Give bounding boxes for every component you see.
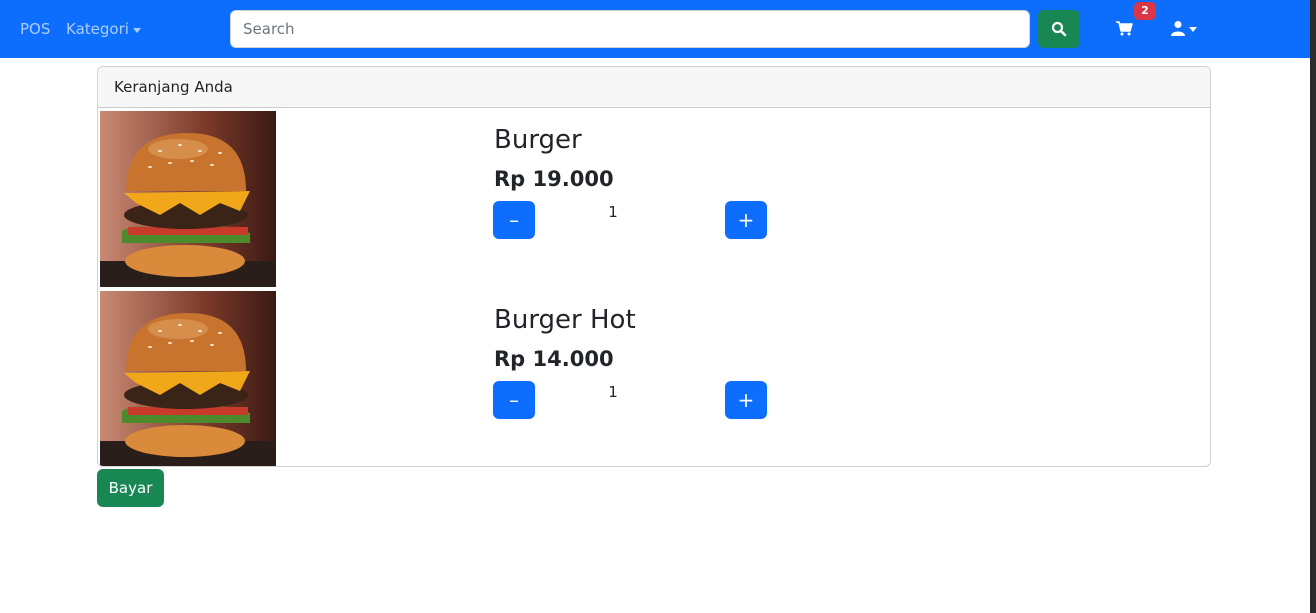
increase-quantity-button[interactable]: +	[725, 201, 767, 239]
search-input[interactable]	[230, 10, 1030, 48]
category-dropdown[interactable]: Kategori	[66, 20, 141, 38]
product-price: Rp 14.000	[494, 347, 614, 371]
window-edge	[1310, 0, 1316, 613]
cart-icon	[1116, 21, 1133, 36]
increase-quantity-button[interactable]: +	[725, 381, 767, 419]
cart-button[interactable]	[1114, 18, 1138, 42]
product-name: Burger	[494, 125, 582, 155]
category-label: Kategori	[66, 20, 129, 38]
chevron-down-icon	[132, 27, 141, 33]
quantity-value: 1	[608, 203, 618, 221]
search-button[interactable]	[1038, 10, 1080, 48]
user-menu-dropdown[interactable]	[1170, 20, 1197, 36]
product-image	[100, 111, 276, 287]
brand-link[interactable]: POS	[20, 20, 50, 38]
cart-item: Burger Hot Rp 14.000 – 1 +	[98, 289, 1210, 466]
quantity-value: 1	[608, 383, 618, 401]
cart-card: Keranjang Anda Burger Rp 19.000 – 1 + Bu…	[97, 66, 1211, 467]
product-price: Rp 19.000	[494, 167, 614, 191]
product-name: Burger Hot	[494, 305, 636, 335]
cart-count-badge: 2	[1134, 2, 1156, 20]
search-icon	[1051, 21, 1067, 37]
decrease-quantity-button[interactable]: –	[493, 381, 535, 419]
pay-button[interactable]: Bayar	[97, 469, 164, 507]
user-icon	[1171, 21, 1185, 36]
chevron-down-icon	[1189, 26, 1197, 32]
decrease-quantity-button[interactable]: –	[493, 201, 535, 239]
product-image	[100, 291, 276, 466]
cart-header: Keranjang Anda	[98, 67, 1210, 108]
navbar: POS Kategori 2	[0, 0, 1310, 58]
cart-item: Burger Rp 19.000 – 1 +	[98, 109, 1210, 287]
